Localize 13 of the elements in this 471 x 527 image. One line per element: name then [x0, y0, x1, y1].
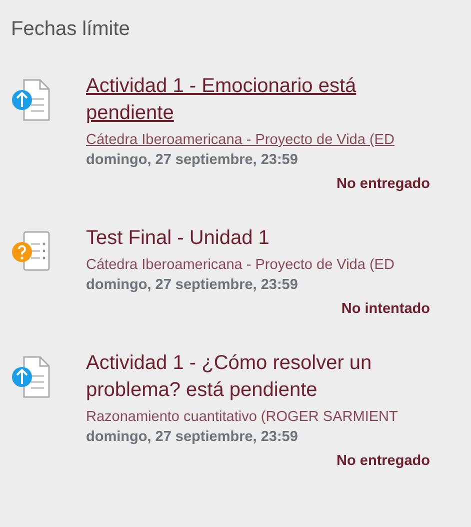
submission-status: No entregado	[336, 175, 430, 194]
event-title-link[interactable]: Actividad 1 - ¿Cómo resolver un problema? está pendiente	[86, 350, 438, 404]
course-link[interactable]: Razonamiento cuantitativo (ROGER SARMIENT	[86, 407, 398, 427]
submission-status: No entregado	[336, 452, 430, 471]
due-date: domingo, 27 septiembre, 23:59	[86, 151, 298, 170]
due-date: domingo, 27 septiembre, 23:59	[86, 428, 298, 447]
submission-status: No intentado	[341, 300, 430, 319]
event-title-link[interactable]: Test Final - Unidad 1	[86, 225, 270, 252]
section-heading: Fechas límite	[11, 17, 131, 42]
course-link[interactable]: Cátedra Iberoamericana - Proyecto de Vida (ED	[86, 130, 394, 150]
event-title-link[interactable]: Actividad 1 - Emocionario está pendiente	[86, 73, 438, 127]
course-link[interactable]: Cátedra Iberoamericana - Proyecto de Vida (ED	[86, 255, 394, 275]
due-date: domingo, 27 septiembre, 23:59	[86, 276, 298, 295]
